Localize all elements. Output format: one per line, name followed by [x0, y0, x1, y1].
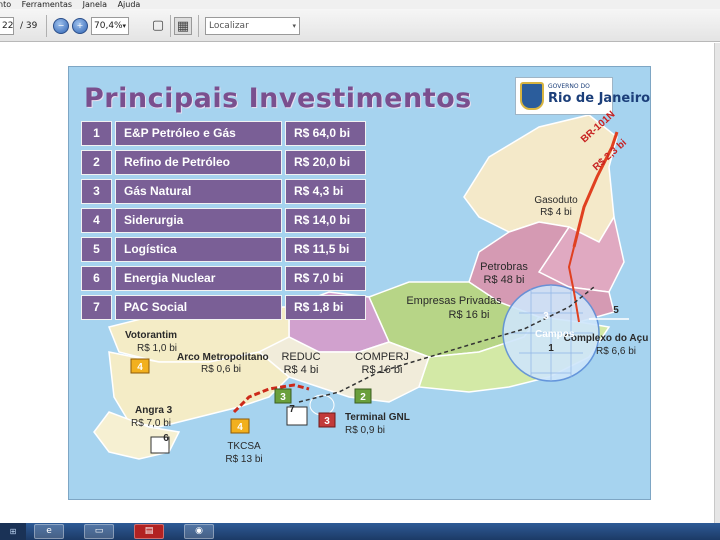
- zoom-level-select[interactable]: 70,4% ▾: [91, 17, 129, 35]
- page-total-label: / 39: [20, 21, 38, 31]
- marker-number: 4: [237, 422, 243, 433]
- table-row: 1 E&P Petróleo e Gás R$ 64,0 bi: [81, 121, 366, 146]
- investment-name: Logística: [115, 237, 282, 262]
- investment-number: 7: [81, 295, 112, 320]
- investment-number: 3: [81, 179, 112, 204]
- investment-name: Energia Nuclear: [115, 266, 282, 291]
- toolbar-separator: [198, 15, 199, 37]
- votorantim-name-label: Votorantim: [125, 330, 178, 341]
- investment-number: 4: [81, 208, 112, 233]
- menu-item-help[interactable]: Ajuda: [118, 0, 141, 9]
- menu-item-window[interactable]: Janela: [83, 0, 107, 9]
- page-number-input[interactable]: 22: [0, 17, 14, 35]
- fit-page-icon[interactable]: ▢: [149, 17, 167, 35]
- campos-basin-label: Campos: [535, 329, 575, 340]
- investment-value: R$ 20,0 bi: [285, 150, 366, 175]
- marker-number: 2: [360, 392, 366, 403]
- arco-metropolitano-name-label: Arco Metropolitano: [177, 352, 269, 363]
- comperj-name-label: COMPERJ: [355, 351, 409, 363]
- zoom-level-value: 70,4%: [94, 21, 123, 31]
- investment-number: 5: [81, 237, 112, 262]
- private-companies-value-label: R$ 16 bi: [448, 309, 490, 321]
- table-row: 2 Refino de Petróleo R$ 20,0 bi: [81, 150, 366, 175]
- investment-number: 2: [81, 150, 112, 175]
- acu-complex-value-label: R$ 6,6 bi: [595, 346, 637, 357]
- toolbar-separator: [46, 15, 47, 37]
- investment-name: Gás Natural: [115, 179, 282, 204]
- zoom-out-icon[interactable]: −: [53, 18, 69, 34]
- marker-number: 3: [324, 416, 330, 427]
- tksa-value-label: R$ 13 bi: [225, 454, 263, 465]
- menu-item-view[interactable]: nto: [0, 0, 11, 9]
- slide: Principais Investimentos GOVERNO DO Rio …: [68, 66, 651, 500]
- search-placeholder: Localizar: [209, 21, 249, 31]
- toolbar-separator: [170, 15, 171, 37]
- system-tray: [668, 523, 720, 540]
- marker-number: 6: [163, 433, 169, 444]
- pdf-reader-taskbar-icon[interactable]: ▤: [134, 524, 164, 539]
- chevron-down-icon: ▾: [292, 22, 296, 30]
- petrobras-value-label: R$ 48 bi: [483, 274, 525, 286]
- zoom-in-icon[interactable]: +: [72, 18, 88, 34]
- investment-value: R$ 4,3 bi: [285, 179, 366, 204]
- angra3-value-label: R$ 7,0 bi: [131, 418, 172, 429]
- menu-bar: nto Ferramentas Janela Ajuda: [0, 0, 720, 9]
- table-row: 5 Logística R$ 11,5 bi: [81, 237, 366, 262]
- investment-value: R$ 11,5 bi: [285, 237, 366, 262]
- government-logo: GOVERNO DO Rio de Janeiro: [515, 77, 650, 115]
- slide-title: Principais Investimentos: [84, 83, 472, 114]
- marker-number: 1: [548, 343, 554, 354]
- angra3-name-label: Angra 3: [135, 405, 173, 416]
- investment-number: 6: [81, 266, 112, 291]
- menu-item-tools[interactable]: Ferramentas: [22, 0, 72, 9]
- table-row: 4 Siderurgia R$ 14,0 bi: [81, 208, 366, 233]
- reduc-value-label: R$ 4 bi: [283, 364, 319, 376]
- reduc-name-label: REDUC: [281, 351, 321, 363]
- table-row: 3 Gás Natural R$ 4,3 bi: [81, 179, 366, 204]
- investment-value: R$ 14,0 bi: [285, 208, 366, 233]
- investment-number: 1: [81, 121, 112, 146]
- votorantim-value-label: R$ 1,0 bi: [137, 343, 178, 354]
- ie-taskbar-icon[interactable]: e: [34, 524, 64, 539]
- investment-value: R$ 64,0 bi: [285, 121, 366, 146]
- investment-value: R$ 7,0 bi: [285, 266, 366, 291]
- gnl-terminal-name-label: Terminal GNL: [345, 412, 410, 423]
- investment-name: E&P Petróleo e Gás: [115, 121, 282, 146]
- gasoduto-value-label: R$ 4 bi: [540, 207, 572, 218]
- arco-metropolitano-value-label: R$ 0,6 bi: [201, 364, 242, 375]
- marker-number: 3: [543, 311, 549, 322]
- search-input[interactable]: Localizar ▾: [205, 17, 300, 35]
- table-row: 6 Energia Nuclear R$ 7,0 bi: [81, 266, 366, 291]
- government-logo-line1: GOVERNO DO: [548, 83, 590, 90]
- taskbar: ⊞ e ▭ ▤ ◉: [0, 523, 720, 540]
- crest-icon: [520, 82, 544, 110]
- media-taskbar-icon[interactable]: ◉: [184, 524, 214, 539]
- gasoduto-name-label: Gasoduto: [534, 195, 578, 206]
- investment-name: PAC Social: [115, 295, 282, 320]
- gnl-terminal-value-label: R$ 0,9 bi: [345, 425, 386, 436]
- private-companies-name-label: Empresas Privadas: [406, 295, 502, 307]
- investment-name: Refino de Petróleo: [115, 150, 282, 175]
- marker-number: 4: [137, 362, 143, 373]
- comperj-value-label: R$ 16 bi: [361, 364, 403, 376]
- marker-number: 7: [289, 404, 295, 415]
- explorer-taskbar-icon[interactable]: ▭: [84, 524, 114, 539]
- tksa-name-label: TKCSA: [227, 441, 261, 452]
- investment-value: R$ 1,8 bi: [285, 295, 366, 320]
- marker-number: 5: [613, 305, 619, 316]
- petrobras-name-label: Petrobras: [480, 261, 528, 273]
- two-page-icon[interactable]: ▦: [174, 17, 192, 35]
- marker-number: 3: [280, 392, 286, 403]
- government-logo-line2: Rio de Janeiro: [548, 91, 651, 106]
- acu-complex-name-label: Complexo do Açu: [563, 333, 649, 344]
- table-row: 7 PAC Social R$ 1,8 bi: [81, 295, 366, 320]
- investment-name: Siderurgia: [115, 208, 282, 233]
- toolbar: 22 / 39 − + 70,4% ▾ ▢ ▦ Localizar ▾: [0, 9, 720, 42]
- start-button[interactable]: ⊞: [0, 523, 26, 540]
- chevron-down-icon: ▾: [122, 22, 126, 30]
- vertical-scrollbar[interactable]: [714, 43, 720, 523]
